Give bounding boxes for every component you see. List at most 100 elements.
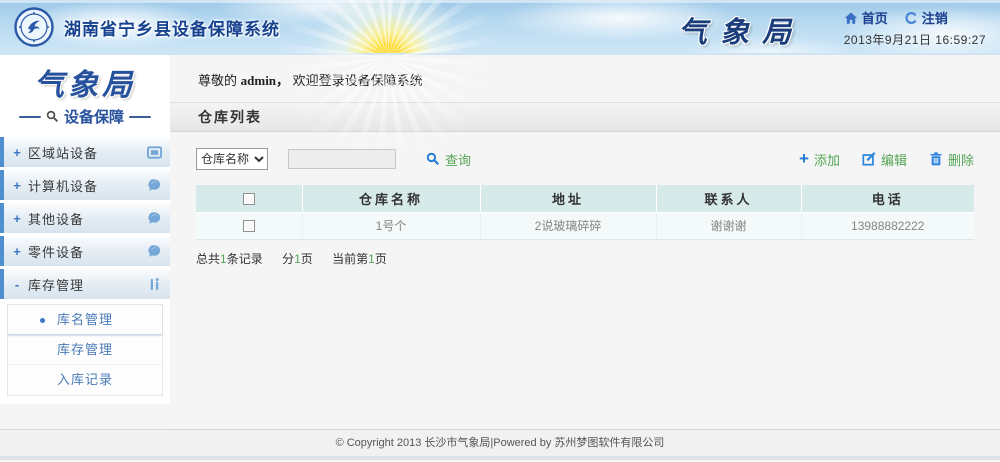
chat-bubble-icon [147, 178, 162, 193]
logout-link-label: 注销 [922, 8, 948, 27]
search-field-select[interactable]: 仓库名称 [196, 148, 268, 170]
sidebar-item-parts-equipment[interactable]: + 零件设备 [0, 236, 170, 266]
sidebar-item-label: 区域站设备 [28, 143, 98, 162]
delete-button-label: 删除 [948, 150, 974, 169]
sidebar-item-label: 库存管理 [28, 275, 84, 294]
logout-icon [904, 11, 918, 25]
datetime-text: 2013年9月21日 16:59:27 [844, 31, 986, 48]
sidebar-item-label: 计算机设备 [28, 176, 98, 195]
expand-plus-icon: + [13, 244, 21, 259]
chat-bubble-icon [147, 211, 162, 226]
trash-icon [929, 152, 943, 166]
divider-line [19, 116, 41, 118]
sidebar-logo-subtitle: 设备保障 [64, 106, 124, 127]
add-button-label: 添加 [814, 150, 840, 169]
collapse-minus-icon: - [13, 277, 21, 292]
page: 湖南省宁乡县设备保障系统 气象局 首页 注销 2013年9月21日 16:59: [0, 0, 1000, 462]
pagination-total-count: 1 [220, 252, 227, 266]
system-title: 湖南省宁乡县设备保障系统 [64, 15, 280, 40]
row-cell-address: 2说玻璃碎碎 [480, 212, 656, 239]
expand-plus-icon: + [13, 145, 21, 160]
pagination-current: 当前第1页 [332, 252, 387, 266]
welcome-username: admin， [241, 73, 289, 88]
inventory-icon [147, 277, 162, 292]
main-content: 尊敬的 admin， 欢迎登录设备保障系统 仓库列表 仓库名称 查询 [170, 55, 1000, 429]
home-link-label: 首页 [862, 8, 888, 27]
sidebar-logo-subtitle-row: 设备保障 [0, 106, 170, 127]
toolbar: 仓库名称 查询 + 添加 [196, 147, 974, 171]
query-button[interactable]: 查询 [426, 150, 471, 169]
query-button-label: 查询 [445, 150, 471, 169]
table-header-row: 仓库名称 地址 联系人 电话 [196, 185, 974, 212]
sidebar-item-label: 零件设备 [28, 242, 84, 261]
magnifier-icon [46, 110, 59, 123]
edit-icon [862, 152, 876, 166]
pagination: 总共1条记录 分1页 当前第1页 [196, 250, 974, 267]
submenu-item-label: 入库记录 [57, 372, 113, 387]
chat-bubble-icon [147, 244, 162, 259]
sidebar-item-computer-equipment[interactable]: + 计算机设备 [0, 170, 170, 200]
sidebar-item-region-station-equipment[interactable]: + 区域站设备 [0, 137, 170, 167]
sidebar-item-inventory-management[interactable]: - 库存管理 [0, 269, 170, 299]
pagination-total: 总共1条记录 [196, 252, 263, 266]
sidebar-menu: + 区域站设备 + 计算机设备 [0, 137, 170, 299]
row-cell-select [196, 212, 302, 239]
add-button[interactable]: + 添加 [799, 150, 840, 169]
select-all-checkbox[interactable] [243, 193, 255, 205]
delete-button[interactable]: 删除 [929, 150, 974, 169]
divider-line [129, 116, 151, 118]
search-input[interactable] [288, 149, 396, 169]
edit-button-label: 编辑 [881, 150, 907, 169]
banner-user-area: 首页 注销 2013年9月21日 16:59:27 [844, 8, 986, 48]
header-cell-phone: 电话 [801, 185, 974, 212]
copyright-text: © Copyright 2013 长沙市气象局|Powered by 苏州梦图软… [336, 437, 665, 449]
welcome-message: 尊敬的 admin， 欢迎登录设备保障系统 [170, 55, 1000, 89]
search-icon [426, 152, 440, 166]
welcome-suffix: 欢迎登录设备保障系统 [293, 73, 423, 88]
bureau-title: 气象局 [678, 9, 804, 51]
row-cell-warehouse-name: 1号个 [302, 212, 480, 239]
pagination-text: 页 [301, 252, 313, 266]
pagination-text: 页 [375, 252, 387, 266]
monitor-icon [147, 145, 162, 160]
table-row[interactable]: 1号个 2说玻璃碎碎 谢谢谢 13988882222 [196, 212, 974, 239]
top-banner: 湖南省宁乡县设备保障系统 气象局 首页 注销 2013年9月21日 16:59: [0, 0, 1000, 55]
pagination-pages: 分1页 [282, 252, 313, 266]
submenu-item-warehouse-name-management[interactable]: 库名管理 [8, 305, 162, 335]
footer-bottom-strip [0, 456, 1000, 460]
sidebar-item-label: 其他设备 [28, 209, 84, 228]
row-cell-contact: 谢谢谢 [656, 212, 801, 239]
submenu-item-inbound-records[interactable]: 入库记录 [8, 365, 162, 395]
header-cell-address: 地址 [480, 185, 656, 212]
panel-title: 仓库列表 [170, 102, 1000, 132]
footer: © Copyright 2013 长沙市气象局|Powered by 苏州梦图软… [0, 429, 1000, 456]
home-link[interactable]: 首页 [844, 8, 888, 27]
header-cell-select [196, 185, 302, 212]
row-cell-phone: 13988882222 [801, 212, 974, 239]
active-bullet-icon [40, 318, 45, 323]
pagination-current-page: 1 [368, 252, 375, 266]
logout-link[interactable]: 注销 [904, 8, 948, 27]
warehouse-table: 仓库名称 地址 联系人 电话 1号个 2说玻璃碎碎 [196, 185, 974, 240]
sidebar-item-other-equipment[interactable]: + 其他设备 [0, 203, 170, 233]
header-cell-warehouse-name: 仓库名称 [302, 185, 480, 212]
pagination-pages-count: 1 [294, 252, 301, 266]
row-checkbox[interactable] [243, 220, 255, 232]
expand-plus-icon: + [13, 211, 21, 226]
pagination-text: 当前第 [332, 252, 368, 266]
inventory-submenu: 库名管理 库存管理 入库记录 [7, 304, 163, 396]
submenu-item-label: 库存管理 [57, 342, 113, 357]
pagination-text: 条记录 [227, 252, 263, 266]
sidebar: 气象局 设备保障 + 区域站设备 [0, 55, 170, 429]
submenu-item-inventory-management[interactable]: 库存管理 [8, 335, 162, 365]
home-icon [844, 11, 858, 25]
table-wrap: 仓库名称 地址 联系人 电话 1号个 2说玻璃碎碎 [196, 185, 974, 240]
expand-plus-icon: + [13, 178, 21, 193]
pagination-text: 总共 [196, 252, 220, 266]
pagination-text: 分 [282, 252, 294, 266]
bureau-logo-icon [14, 7, 54, 47]
welcome-prefix: 尊敬的 [198, 73, 237, 88]
plus-icon: + [799, 152, 809, 166]
submenu-item-label: 库名管理 [57, 312, 113, 327]
edit-button[interactable]: 编辑 [862, 150, 907, 169]
